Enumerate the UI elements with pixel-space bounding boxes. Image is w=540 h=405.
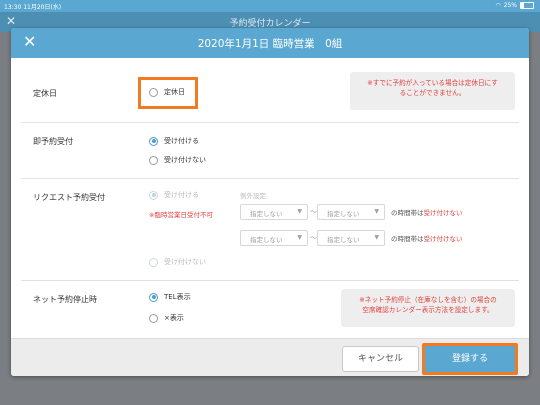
- instant-accept-option[interactable]: 受け付ける: [149, 136, 199, 146]
- x-display-option[interactable]: ×表示: [149, 313, 184, 323]
- exception-label: 例外設定: [240, 192, 266, 200]
- instant-accept-label: 受け付ける: [164, 137, 199, 145]
- battery-percent: 25%: [503, 2, 517, 9]
- exception1-start-value: 指定しない: [250, 210, 283, 218]
- exception1-start-select[interactable]: 指定しない ▼: [240, 204, 308, 220]
- exception1-suffix: の時間帯は受け付けない: [391, 207, 463, 217]
- chevron-down-icon: ▼: [297, 234, 302, 241]
- tel-display-label: TEL表示: [164, 293, 191, 301]
- netstop-note-line2: 空席確認カレンダー表示方法を設定します。: [362, 306, 494, 314]
- exception2-tilde: 〜: [310, 234, 317, 242]
- request-reject-radio[interactable]: [149, 257, 158, 267]
- holiday-note-line1: ※すでに予約が入っている場合は定休日にす: [367, 79, 498, 87]
- request-row: リクエスト予約受付 受け付ける ※臨時営業日受付不可 例外設定 指定しない ▼ 〜…: [21, 179, 519, 281]
- exception2-end-value: 指定しない: [327, 236, 360, 244]
- status-bar: 13:30 11月20日(水) ◠ 25%: [0, 0, 540, 12]
- netstop-label: ネット予約停止時: [33, 295, 97, 304]
- netstop-note: ※ネット予約停止（在庫なしを含む）の場合の 空席確認カレンダー表示方法を設定しま…: [341, 289, 515, 327]
- holiday-label: 定休日: [33, 89, 57, 98]
- request-accept-option[interactable]: 受け付ける: [149, 190, 199, 200]
- tel-display-radio[interactable]: [149, 292, 158, 302]
- x-display-radio[interactable]: [149, 313, 158, 323]
- exception1-end-value: 指定しない: [327, 210, 360, 218]
- chevron-down-icon: ▼: [374, 234, 379, 241]
- exception1-suffix-red: 受け付けない: [423, 209, 463, 217]
- instant-reject-radio[interactable]: [149, 155, 158, 165]
- chevron-down-icon: ▼: [374, 208, 379, 215]
- chevron-down-icon: ▼: [297, 208, 302, 215]
- holiday-note-line2: ることができません。: [399, 89, 466, 97]
- holiday-option-label: 定休日: [164, 88, 185, 96]
- instant-label: 即予約受付: [33, 137, 73, 146]
- exception2-suffix-text: の時間帯は: [391, 235, 424, 243]
- exception1-end-select[interactable]: 指定しない ▼: [317, 204, 385, 220]
- exception2-suffix-red: 受け付けない: [423, 235, 463, 243]
- exception2-suffix: の時間帯は受け付けない: [391, 233, 463, 243]
- holiday-row: 定休日 定休日 ※すでに予約が入っている場合は定休日にす ることができません。: [21, 60, 519, 123]
- instant-row: 即予約受付 受け付ける 受け付けない: [21, 123, 519, 179]
- exception2-start-value: 指定しない: [250, 236, 283, 244]
- netstop-note-line1: ※ネット予約停止（在庫なしを含む）の場合の: [359, 296, 497, 304]
- request-label: リクエスト予約受付: [33, 193, 105, 202]
- instant-reject-label: 受け付けない: [164, 156, 206, 164]
- battery-icon: [520, 2, 534, 9]
- netstop-row: ネット予約停止時 TEL表示 ×表示 ※ネット予約停止（在庫なしを含む）の場合の…: [21, 281, 519, 337]
- submit-button-highlight: 登録する: [422, 343, 518, 375]
- exception1-tilde: 〜: [310, 208, 317, 216]
- exception2-start-select[interactable]: 指定しない ▼: [240, 230, 308, 246]
- instant-accept-radio[interactable]: [149, 136, 158, 146]
- tel-display-option[interactable]: TEL表示: [149, 292, 191, 302]
- request-reject-label: 受け付けない: [164, 258, 206, 266]
- settings-modal: ✕ 2020年1月1日 臨時営業 0組 定休日 定休日 ※すでに予約が入っている…: [11, 28, 529, 376]
- status-right: ◠ 25%: [495, 2, 534, 9]
- wifi-icon: ◠: [495, 2, 501, 9]
- instant-reject-option[interactable]: 受け付けない: [149, 155, 206, 165]
- modal-header: ✕ 2020年1月1日 臨時営業 0組: [11, 28, 529, 58]
- submit-button[interactable]: 登録する: [425, 346, 515, 372]
- exception2-end-select[interactable]: 指定しない ▼: [317, 230, 385, 246]
- x-display-label: ×表示: [164, 314, 184, 322]
- request-reject-option[interactable]: 受け付けない: [149, 257, 206, 267]
- cancel-button[interactable]: キャンセル: [342, 346, 419, 372]
- status-time-date: 13:30 11月20日(水): [4, 4, 62, 11]
- request-warning: ※臨時営業日受付不可: [149, 211, 213, 219]
- holiday-radio[interactable]: [149, 87, 158, 97]
- holiday-note: ※すでに予約が入っている場合は定休日にす ることができません。: [350, 72, 515, 110]
- modal-footer: キャンセル 登録する: [11, 338, 529, 376]
- request-accept-label: 受け付ける: [164, 191, 199, 199]
- modal-title: 2020年1月1日 臨時営業 0組: [197, 38, 343, 50]
- request-accept-radio[interactable]: [149, 190, 158, 200]
- exception1-suffix-text: の時間帯は: [391, 209, 424, 217]
- holiday-checkbox[interactable]: 定休日: [149, 87, 185, 97]
